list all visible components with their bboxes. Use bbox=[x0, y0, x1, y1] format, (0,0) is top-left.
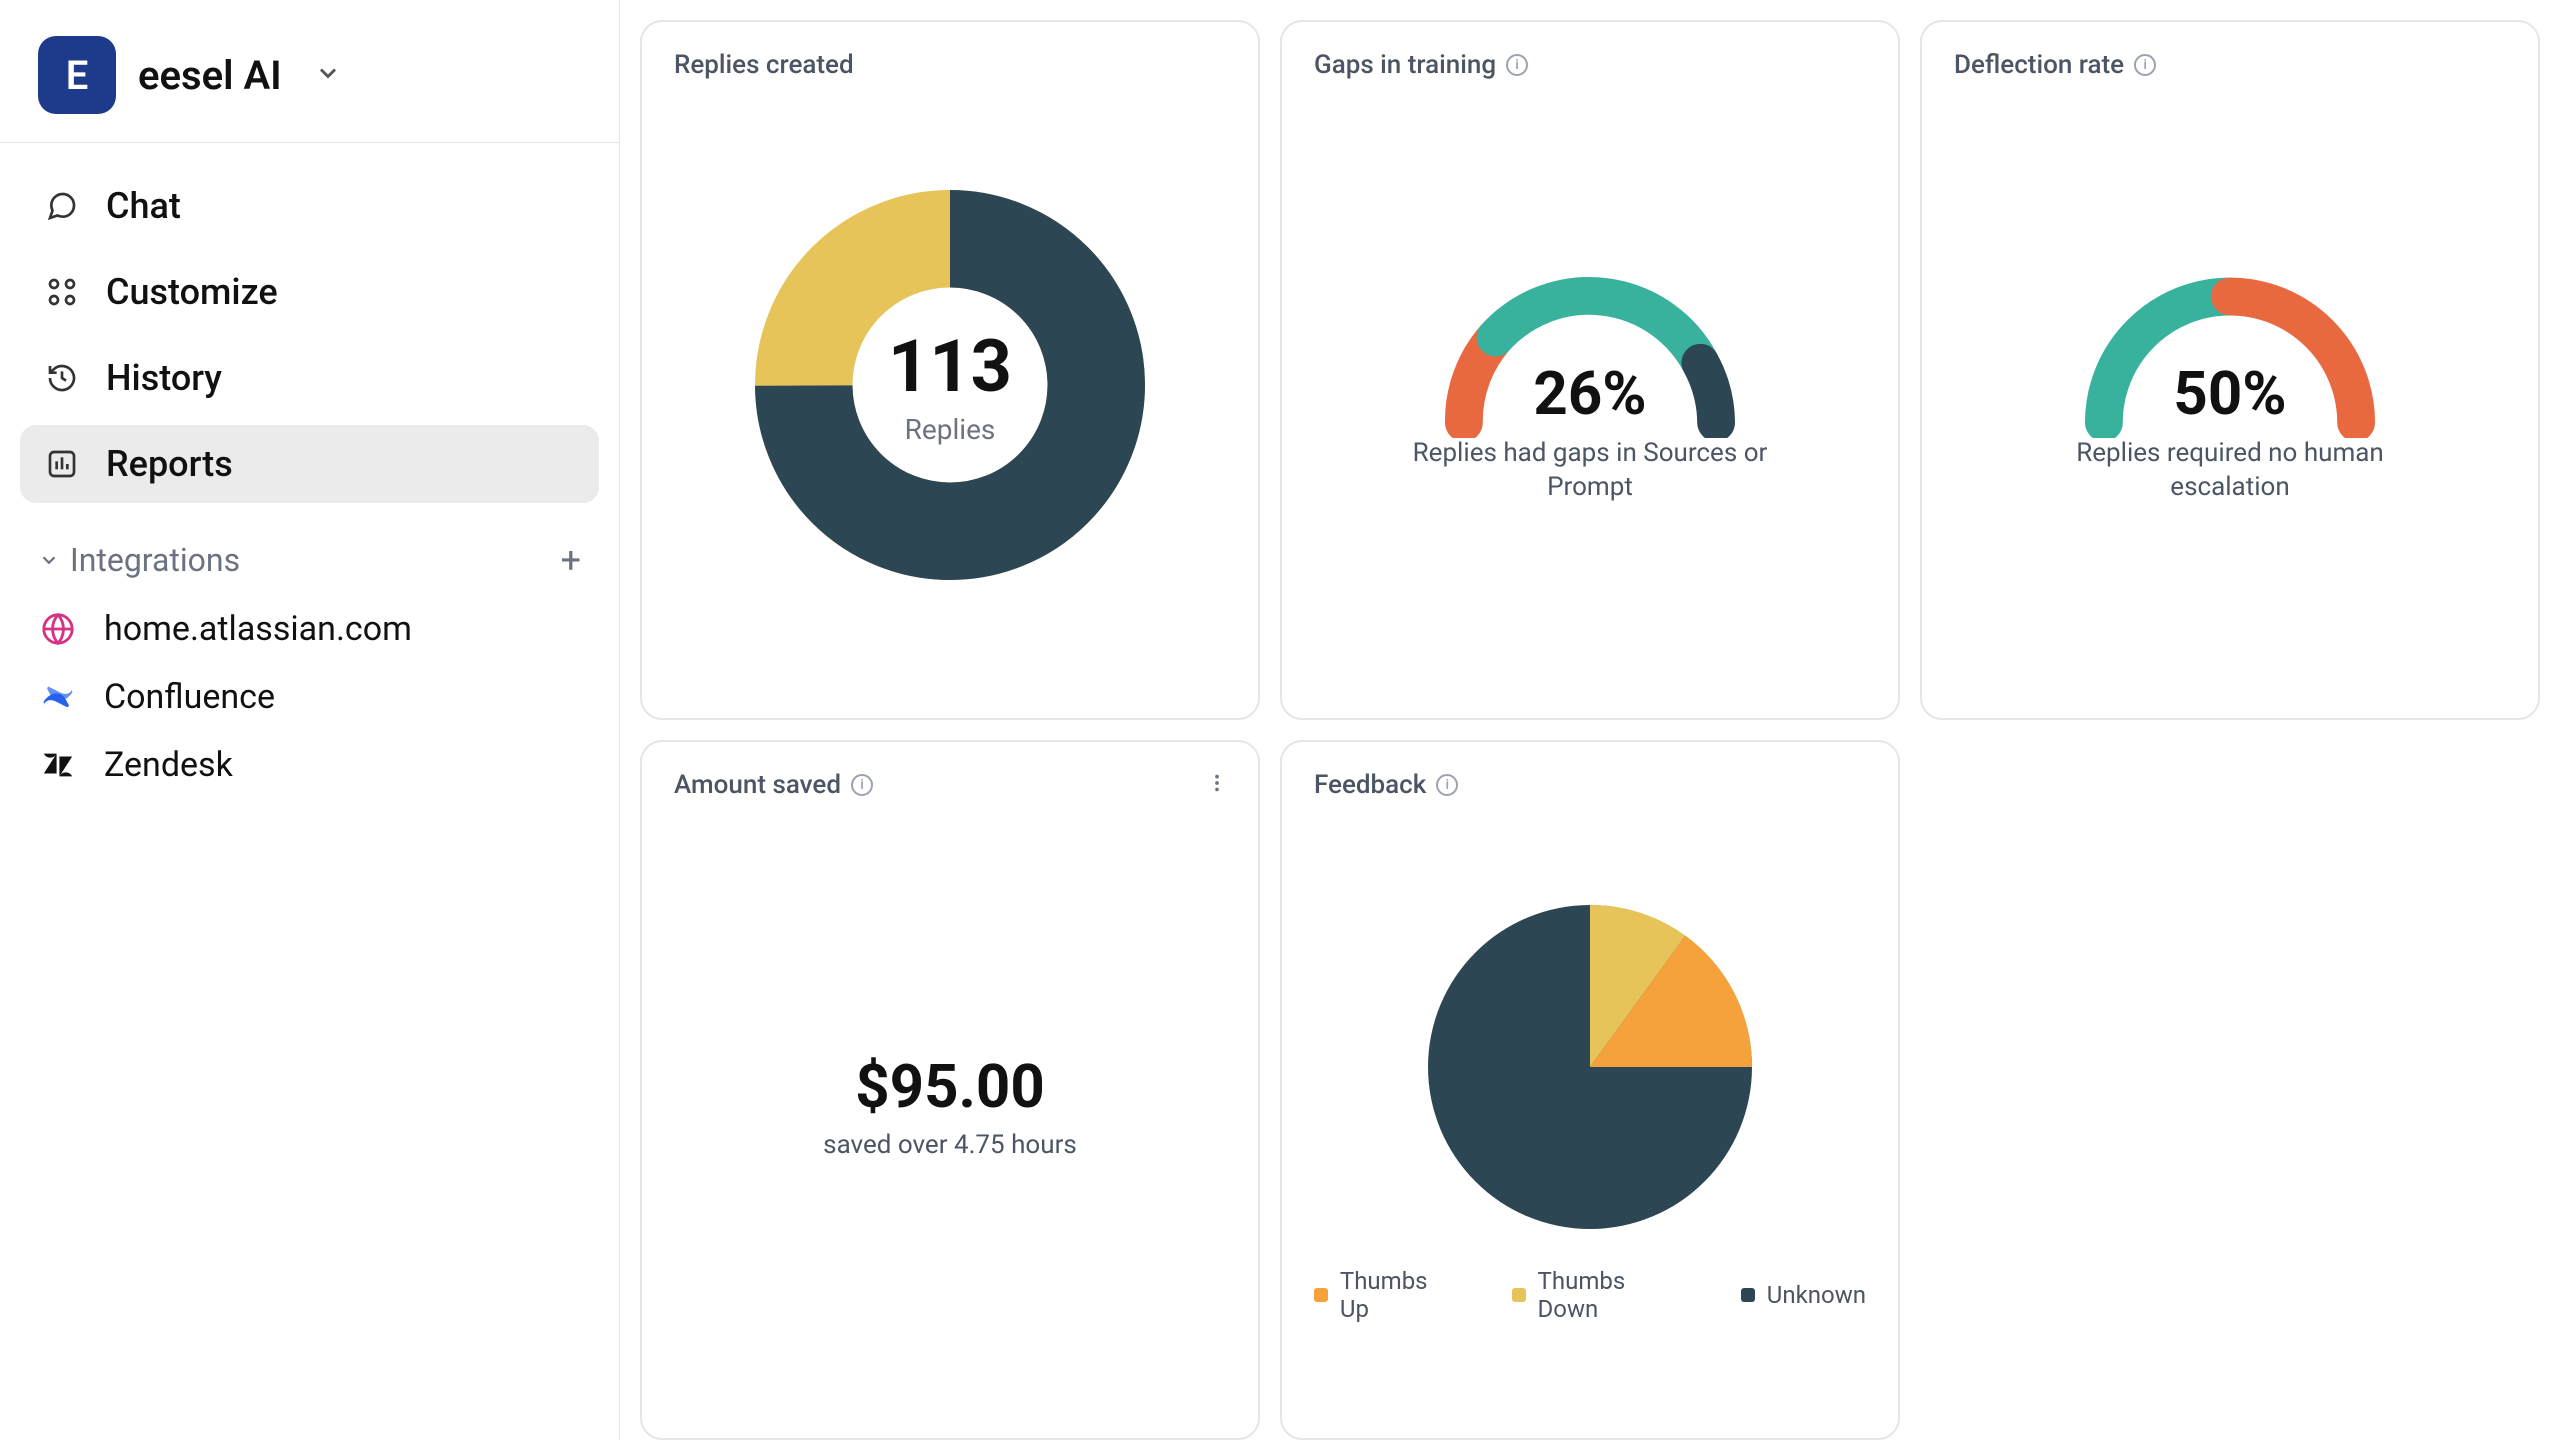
deflection-value: 50% bbox=[2035, 358, 2425, 429]
add-integration-button[interactable]: + bbox=[561, 539, 581, 581]
replies-value: 113 bbox=[888, 324, 1012, 409]
main-content: Replies created 113 Replies Gaps in trai… bbox=[620, 0, 2560, 1440]
nav-label: History bbox=[106, 357, 222, 399]
nav: Chat Customize History Reports bbox=[0, 167, 619, 503]
gaps-value: 26% bbox=[1395, 358, 1785, 429]
card-title: Amount saved i bbox=[674, 770, 1226, 800]
info-icon[interactable]: i bbox=[851, 774, 873, 796]
card-gaps-in-training: Gaps in training i 26% Replies had gaps … bbox=[1280, 20, 1900, 720]
gaps-sub: Replies had gaps in Sources or Prompt bbox=[1395, 437, 1785, 505]
reports-icon bbox=[44, 446, 80, 482]
info-icon[interactable]: i bbox=[1436, 774, 1458, 796]
gaps-gauge-chart: 26% Replies had gaps in Sources or Promp… bbox=[1395, 265, 1785, 505]
card-amount-saved: Amount saved i $95.00 saved over 4.75 ho… bbox=[640, 740, 1260, 1440]
integration-label: Zendesk bbox=[104, 745, 233, 785]
customize-icon bbox=[44, 274, 80, 310]
integrations-label: Integrations bbox=[70, 541, 240, 579]
sidebar-item-chat[interactable]: Chat bbox=[20, 167, 599, 245]
feedback-legend: Thumbs Up Thumbs Down Unknown bbox=[1314, 1267, 1866, 1323]
card-deflection-rate: Deflection rate i 50% Replies required n… bbox=[1920, 20, 2540, 720]
sidebar: E eesel AI Chat Customize History bbox=[0, 0, 620, 1440]
chat-icon bbox=[44, 188, 80, 224]
card-feedback: Feedback i Thumbs Up Thumbs Down bbox=[1280, 740, 1900, 1440]
card-title: Gaps in training i bbox=[1314, 50, 1866, 80]
card-menu-button[interactable] bbox=[1206, 772, 1228, 798]
deflection-gauge-chart: 50% Replies required no human escalation bbox=[2035, 265, 2425, 505]
integration-label: Confluence bbox=[104, 677, 275, 717]
replies-donut-chart: 113 Replies bbox=[755, 190, 1145, 580]
legend-unknown: Unknown bbox=[1741, 1281, 1866, 1309]
brand-switcher[interactable]: E eesel AI bbox=[0, 18, 619, 143]
integration-atlassian[interactable]: home.atlassian.com bbox=[0, 595, 619, 663]
sidebar-item-customize[interactable]: Customize bbox=[20, 253, 599, 331]
sidebar-item-reports[interactable]: Reports bbox=[20, 425, 599, 503]
info-icon[interactable]: i bbox=[2134, 54, 2156, 76]
amount-sub: saved over 4.75 hours bbox=[823, 1130, 1077, 1160]
amount-value: $95.00 bbox=[823, 1051, 1077, 1122]
zendesk-icon bbox=[38, 745, 78, 785]
card-title: Deflection rate i bbox=[1954, 50, 2506, 80]
replies-sub: Replies bbox=[905, 413, 996, 446]
sidebar-item-history[interactable]: History bbox=[20, 339, 599, 417]
brand-title: eesel AI bbox=[138, 52, 282, 99]
card-title: Replies created bbox=[674, 50, 1226, 80]
integration-confluence[interactable]: Confluence bbox=[0, 663, 619, 731]
nav-label: Chat bbox=[106, 185, 181, 227]
legend-thumbs-down: Thumbs Down bbox=[1512, 1267, 1691, 1323]
history-icon bbox=[44, 360, 80, 396]
globe-icon bbox=[38, 609, 78, 649]
legend-thumbs-up: Thumbs Up bbox=[1314, 1267, 1462, 1323]
deflection-sub: Replies required no human escalation bbox=[2035, 437, 2425, 505]
integration-label: home.atlassian.com bbox=[104, 609, 412, 649]
card-replies-created: Replies created 113 Replies bbox=[640, 20, 1260, 720]
integration-zendesk[interactable]: Zendesk bbox=[0, 731, 619, 799]
integrations-header[interactable]: Integrations + bbox=[0, 511, 619, 595]
card-title: Feedback i bbox=[1314, 770, 1866, 800]
nav-label: Reports bbox=[106, 443, 233, 485]
chevron-down-icon bbox=[314, 59, 342, 91]
feedback-pie-chart bbox=[1410, 887, 1770, 1247]
chevron-down-icon bbox=[38, 541, 60, 579]
confluence-icon bbox=[38, 677, 78, 717]
nav-label: Customize bbox=[106, 271, 278, 313]
info-icon[interactable]: i bbox=[1506, 54, 1528, 76]
brand-logo: E bbox=[38, 36, 116, 114]
